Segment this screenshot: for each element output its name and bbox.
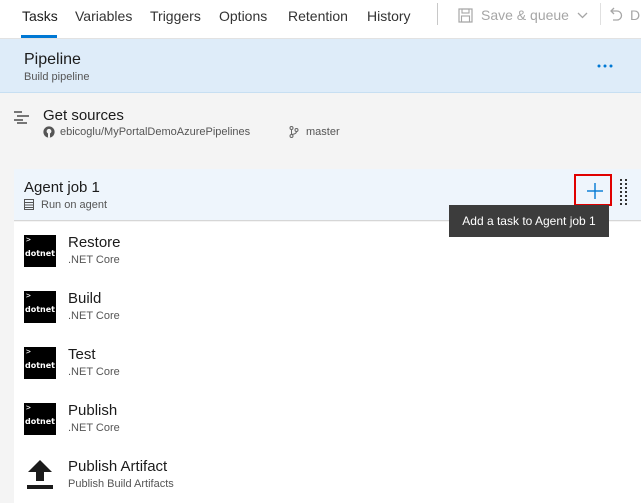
branch-icon: [289, 126, 299, 138]
undo-icon[interactable]: [608, 5, 624, 23]
toolbar-divider: [437, 3, 438, 25]
top-tab-bar: Tasks Variables Triggers Options Retenti…: [0, 0, 641, 39]
task-title: Restore: [68, 234, 121, 251]
branch-name: master: [306, 126, 340, 138]
task-list: > dotnet Restore .NET Core > dotnet Build …: [14, 222, 641, 503]
get-sources-title: Get sources: [43, 107, 124, 124]
save-and-queue-button[interactable]: Save & queue: [458, 6, 596, 24]
tab-retention[interactable]: Retention: [288, 8, 348, 24]
tab-triggers[interactable]: Triggers: [150, 8, 201, 24]
plus-icon: [587, 183, 603, 199]
task-item-publish[interactable]: > dotnet Publish .NET Core: [14, 390, 641, 446]
save-icon: [458, 7, 473, 23]
repository-name: ebicoglu/MyPortalDemoAzurePipelines: [60, 126, 251, 138]
tab-tasks[interactable]: Tasks: [22, 8, 58, 24]
task-title: Publish Artifact: [68, 458, 168, 475]
github-icon: [43, 126, 55, 138]
task-subtitle: .NET Core: [68, 366, 120, 378]
task-subtitle: .NET Core: [68, 254, 120, 266]
drag-handle-icon[interactable]: [620, 179, 628, 207]
dotnet-icon: > dotnet: [24, 235, 56, 267]
tab-history[interactable]: History: [367, 8, 411, 24]
chevron-down-icon: [577, 12, 588, 18]
save-and-queue-label: Save & queue: [481, 7, 569, 23]
pipeline-title: Pipeline: [24, 51, 81, 68]
server-icon: [24, 199, 34, 210]
get-sources-row[interactable]: Get sources ebicoglu/MyPortalDemoAzurePi…: [0, 94, 641, 150]
task-item-publish-artifact[interactable]: Publish Artifact Publish Build Artifacts: [14, 446, 641, 502]
active-tab-indicator: [21, 35, 57, 38]
agent-job-title: Agent job 1: [24, 179, 100, 196]
pipeline-row[interactable]: Pipeline Build pipeline: [0, 39, 641, 93]
get-sources-icon: [14, 111, 29, 124]
task-subtitle: .NET Core: [68, 310, 120, 322]
dotnet-icon: > dotnet: [24, 347, 56, 379]
pipeline-subtitle: Build pipeline: [24, 71, 90, 83]
task-item-test[interactable]: > dotnet Test .NET Core: [14, 334, 641, 390]
task-title: Test: [68, 346, 96, 363]
task-subtitle: Publish Build Artifacts: [68, 478, 174, 490]
more-options-icon[interactable]: [597, 63, 613, 69]
dotnet-icon: > dotnet: [24, 403, 56, 435]
add-task-button[interactable]: [574, 174, 612, 206]
upload-arrow-icon: [27, 460, 53, 489]
task-subtitle: .NET Core: [68, 422, 120, 434]
tab-options[interactable]: Options: [219, 8, 267, 24]
toolbar-divider-2: [600, 3, 601, 25]
task-title: Publish: [68, 402, 118, 419]
discard-label[interactable]: D: [630, 7, 640, 23]
add-task-tooltip: Add a task to Agent job 1: [449, 205, 609, 237]
dotnet-icon: > dotnet: [24, 291, 56, 323]
agent-job-subtitle: Run on agent: [41, 199, 108, 211]
task-title: Build: [68, 290, 102, 307]
tab-variables[interactable]: Variables: [75, 8, 132, 24]
task-item-build[interactable]: > dotnet Build .NET Core: [14, 278, 641, 334]
